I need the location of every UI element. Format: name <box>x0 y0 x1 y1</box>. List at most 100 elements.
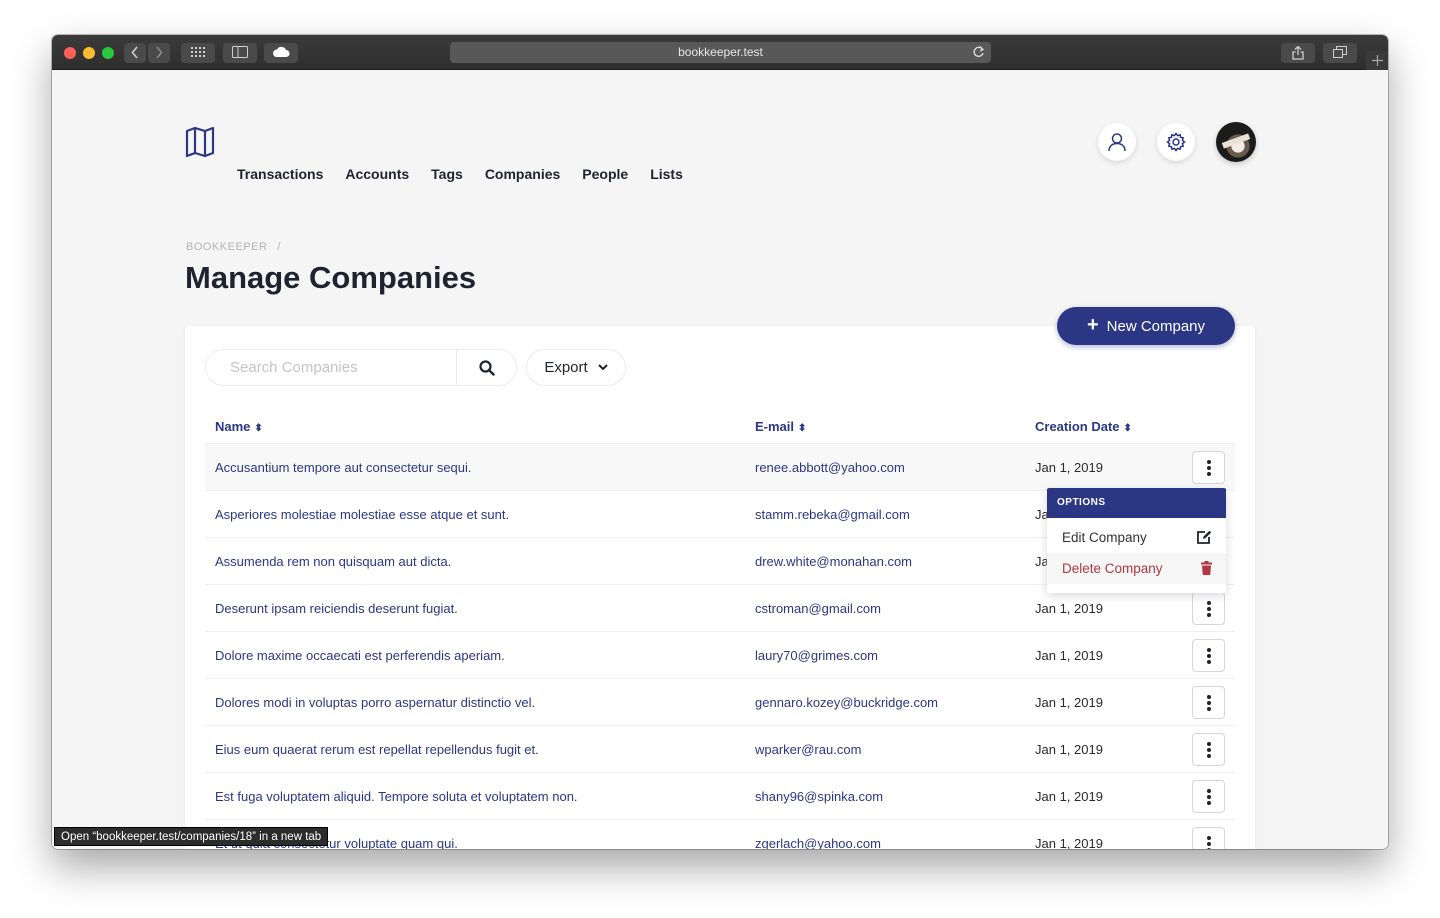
cloud-icon <box>273 46 290 57</box>
company-name-link[interactable]: Eius eum quaerat rerum est repellat repe… <box>215 742 539 757</box>
row-options-button[interactable] <box>1192 733 1225 766</box>
nav-transactions[interactable]: Transactions <box>237 166 323 182</box>
header-email[interactable]: E-mail ⬍ <box>755 419 806 434</box>
dot <box>1206 606 1211 611</box>
row-options-menu: OPTIONS Edit Company Delete Company <box>1047 488 1226 593</box>
company-date: Jan 1, 2019 <box>1035 695 1103 710</box>
sidebar-toggle-button[interactable] <box>223 43 257 63</box>
export-label: Export <box>544 359 588 376</box>
dot <box>1206 847 1211 849</box>
search-input[interactable] <box>206 359 456 376</box>
header-creation-date[interactable]: Creation Date ⬍ <box>1035 419 1132 434</box>
gear-icon <box>1166 132 1186 152</box>
share-button[interactable] <box>1281 43 1315 63</box>
dot <box>1206 612 1211 617</box>
address-bar[interactable]: bookkeeper.test <box>450 42 991 63</box>
dot <box>1206 835 1211 840</box>
company-name-link[interactable]: Dolore maxime occaecati est perferendis … <box>215 648 505 663</box>
company-name-link[interactable]: Asperiores molestiae molestiae esse atqu… <box>215 507 509 522</box>
icloud-tabs-button[interactable] <box>264 43 298 63</box>
search-button[interactable] <box>458 350 516 385</box>
table-row: Accusantium tempore aut consectetur sequ… <box>205 443 1235 490</box>
export-dropdown[interactable]: Export <box>526 349 626 386</box>
chevron-right-icon <box>156 46 163 59</box>
back-button[interactable] <box>124 43 146 63</box>
dot <box>1206 471 1211 476</box>
header-name[interactable]: Name ⬍ <box>215 419 263 434</box>
dot <box>1206 841 1211 846</box>
dot <box>1206 747 1211 752</box>
new-company-label: New Company <box>1106 317 1206 335</box>
page-title: Manage Companies <box>185 260 477 295</box>
browser-titlebar: bookkeeper.test <box>52 35 1388 70</box>
row-options-button[interactable] <box>1192 686 1225 719</box>
sort-icon: ⬍ <box>798 423 807 434</box>
dot <box>1206 659 1211 664</box>
table-row: Est fuga voluptatem aliquid. Tempore sol… <box>205 772 1235 819</box>
chevron-down-icon <box>597 364 608 371</box>
url-text: bookkeeper.test <box>678 45 763 59</box>
company-date: Jan 1, 2019 <box>1035 601 1103 616</box>
row-options-button[interactable] <box>1192 592 1225 625</box>
edit-company-item[interactable]: Edit Company <box>1047 522 1226 553</box>
company-name-link[interactable]: Accusantium tempore aut consectetur sequ… <box>215 460 472 475</box>
nav-companies[interactable]: Companies <box>485 166 560 182</box>
company-name-link[interactable]: Dolores modi in voluptas porro aspernatu… <box>215 695 535 710</box>
nav-lists[interactable]: Lists <box>650 166 683 182</box>
table-row: Et ut quia consectetur voluptate quam qu… <box>205 819 1235 849</box>
new-company-button[interactable]: + New Company <box>1057 307 1235 345</box>
nav-tags[interactable]: Tags <box>431 166 463 182</box>
zoom-window-button[interactable] <box>102 47 114 59</box>
grid-icon <box>191 47 205 57</box>
new-tab-button[interactable] <box>1366 51 1388 70</box>
forward-button[interactable] <box>148 43 170 63</box>
company-name-link[interactable]: Assumenda rem non quisquam aut dicta. <box>215 554 451 569</box>
profile-button[interactable] <box>1098 123 1136 161</box>
row-options-button[interactable] <box>1192 780 1225 813</box>
company-date: Jan 1, 2019 <box>1035 460 1103 475</box>
delete-company-item[interactable]: Delete Company <box>1047 553 1226 584</box>
nav-accounts[interactable]: Accounts <box>345 166 409 182</box>
dot <box>1206 741 1211 746</box>
search-icon <box>479 359 495 376</box>
row-options-button[interactable] <box>1192 639 1225 672</box>
company-email-link[interactable]: renee.abbott@yahoo.com <box>755 460 905 475</box>
user-icon <box>1108 133 1126 152</box>
dot <box>1206 694 1211 699</box>
minimize-window-button[interactable] <box>83 47 95 59</box>
dot <box>1206 800 1211 805</box>
company-date: Jan 1, 2019 <box>1035 789 1103 804</box>
dot <box>1206 700 1211 705</box>
map-logo-icon[interactable] <box>185 126 215 158</box>
search-divider <box>456 350 457 385</box>
row-options-button[interactable] <box>1192 827 1225 849</box>
company-email-link[interactable]: shany96@spinka.com <box>755 789 883 804</box>
company-date: Jan 1, 2019 <box>1035 742 1103 757</box>
close-window-button[interactable] <box>64 47 76 59</box>
plus-icon <box>1371 55 1383 66</box>
row-options-button[interactable] <box>1192 451 1225 484</box>
edit-company-label: Edit Company <box>1062 530 1147 545</box>
nav-people[interactable]: People <box>582 166 628 182</box>
company-email-link[interactable]: wparker@rau.com <box>755 742 861 757</box>
company-date: Jan 1, 2019 <box>1035 648 1103 663</box>
tab-overview-button[interactable] <box>181 43 215 63</box>
breadcrumb-root[interactable]: BOOKKEEPER <box>186 241 267 253</box>
company-name-link[interactable]: Est fuga voluptatem aliquid. Tempore sol… <box>215 789 578 804</box>
company-email-link[interactable]: gennaro.kozey@buckridge.com <box>755 695 938 710</box>
settings-button[interactable] <box>1157 123 1195 161</box>
header-name-label: Name <box>215 419 251 434</box>
reload-icon[interactable] <box>972 45 985 59</box>
trash-icon <box>1201 561 1212 575</box>
company-email-link[interactable]: drew.white@monahan.com <box>755 554 912 569</box>
company-email-link[interactable]: cstroman@gmail.com <box>755 601 881 616</box>
table-row: Dolore maxime occaecati est perferendis … <box>205 631 1235 678</box>
company-email-link[interactable]: zgerlach@yahoo.com <box>755 836 881 849</box>
company-email-link[interactable]: stamm.rebeka@gmail.com <box>755 507 910 522</box>
table-row: Dolores modi in voluptas porro aspernatu… <box>205 678 1235 725</box>
user-avatar[interactable] <box>1216 122 1256 162</box>
dot <box>1206 653 1211 658</box>
company-email-link[interactable]: laury70@grimes.com <box>755 648 878 663</box>
company-name-link[interactable]: Deserunt ipsam reiciendis deserunt fugia… <box>215 601 458 616</box>
tabs-button[interactable] <box>1323 43 1357 63</box>
